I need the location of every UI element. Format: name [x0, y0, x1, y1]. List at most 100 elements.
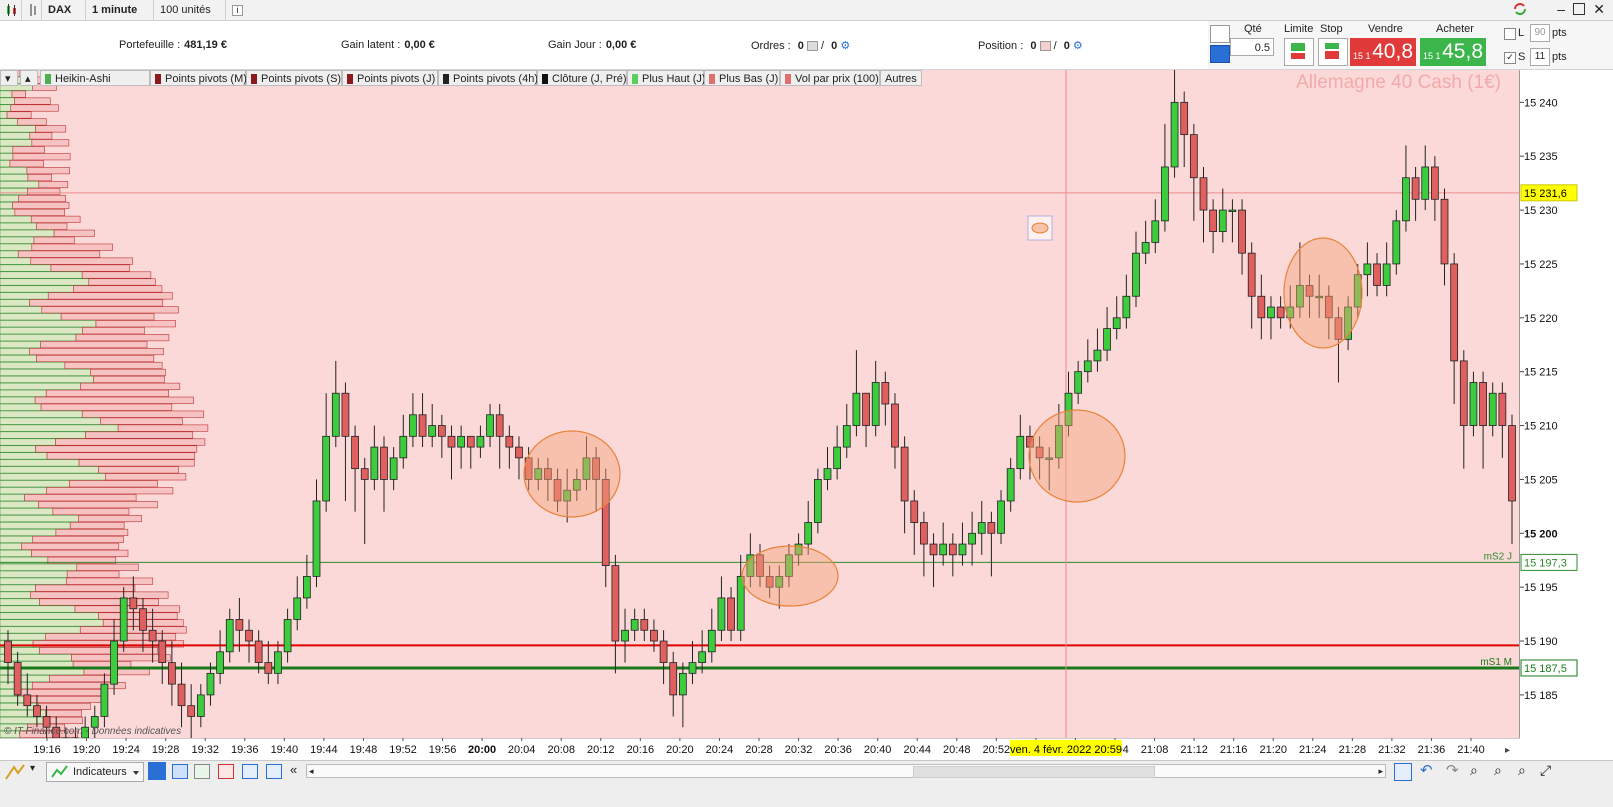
volume-bar-buy	[0, 542, 22, 550]
collapse-indicators-icon[interactable]: ▾	[0, 70, 18, 86]
scroll-left-icon[interactable]: ◂	[309, 765, 314, 777]
volume-bar-buy	[0, 584, 36, 592]
qty-input[interactable]: 0.5	[1230, 38, 1274, 56]
candle-body	[842, 425, 851, 448]
annotation-ellipse	[523, 430, 621, 518]
time-axis[interactable]: 19:16 19:20 19:24 19:28 19:32 19:36 19:40 19:44…	[0, 738, 1520, 760]
volume-bar-sell	[73, 285, 163, 293]
stop-order-button[interactable]	[1318, 38, 1348, 66]
gears-icon[interactable]: ⚙	[840, 40, 850, 52]
limit-order-button[interactable]	[1284, 38, 1314, 66]
gain-latent-label: Gain latent :	[341, 39, 401, 51]
table-icon[interactable]	[194, 764, 210, 779]
indicator-9[interactable]: Autres	[880, 70, 922, 86]
volume-bar-sell	[55, 528, 129, 537]
screenshot-icon[interactable]	[266, 764, 282, 779]
volume-bar-sell	[66, 570, 120, 578]
volume-bar-sell	[85, 431, 194, 439]
volume-bar-sell	[39, 598, 159, 606]
indicator-7[interactable]: Plus Bas (J)	[704, 70, 780, 86]
price-line-name-2: mS1 M	[1480, 657, 1512, 668]
info-button[interactable]: i	[226, 0, 248, 20]
indicator-0[interactable]: Heikin-Ashi	[40, 70, 150, 86]
price-marker-label-0: 15 231,6	[1524, 188, 1567, 200]
horizontal-scrollbar[interactable]: ◂ ▸	[306, 764, 1386, 778]
zoom-fit-icon[interactable]: ⌕	[1470, 762, 1478, 779]
candle-body	[457, 435, 465, 448]
alert-icon[interactable]	[218, 764, 234, 779]
candle-body	[1276, 306, 1285, 319]
chart-template-icon[interactable]	[242, 764, 258, 779]
buy-price-big: 45,8	[1442, 40, 1483, 63]
candle-body	[862, 392, 870, 426]
y-tick-label: 15 205	[1524, 474, 1558, 486]
volume-bar-buy	[0, 410, 83, 418]
indicator-swatch	[785, 74, 791, 85]
maximize-icon[interactable]	[1573, 3, 1585, 15]
bar-chart-icon[interactable]	[22, 0, 42, 20]
double-chevron-left-icon[interactable]: «	[290, 762, 297, 777]
drawing-tools-icon[interactable]	[4, 763, 28, 781]
comment-icon[interactable]	[172, 764, 188, 779]
gears-icon[interactable]: ⚙	[1073, 40, 1083, 52]
chart-type-icon[interactable]	[0, 0, 22, 20]
volume-bar-buy	[0, 327, 83, 335]
candle-body	[1479, 382, 1487, 426]
wrench-icon[interactable]	[1210, 25, 1230, 43]
indicator-swatch	[347, 74, 353, 85]
x-tick-label: 19:36	[231, 744, 259, 756]
sell-button[interactable]: 15 1 40,8	[1350, 38, 1416, 66]
indicator-6[interactable]: Plus Haut (J)	[627, 70, 706, 86]
indicators-button[interactable]: Indicateurs	[46, 762, 144, 782]
price-axis[interactable]: 15 185 15 190 15 195 15 200 15 205 15 210 15 2…	[1519, 70, 1613, 738]
volume-bar-sell	[31, 243, 113, 251]
indicator-1[interactable]: Points pivots (M)	[150, 70, 247, 86]
chevron-down-icon[interactable]: ▾	[30, 763, 35, 774]
calendar-icon[interactable]	[1394, 763, 1412, 781]
l-value-input[interactable]: 90	[1530, 24, 1550, 42]
volume-bar-buy	[0, 508, 54, 516]
indicator-2[interactable]: Points pivots (S)	[246, 70, 342, 86]
indicator-5[interactable]: Clôture (J, Pré)	[537, 70, 627, 86]
fullscreen-icon[interactable]: ⤢	[1540, 762, 1551, 779]
volume-bar-buy	[0, 549, 32, 557]
price-chart[interactable]: mS2 J mS1 M	[0, 70, 1520, 738]
y-tick-label: 15 240	[1524, 97, 1558, 109]
candle-body	[823, 468, 832, 480]
interval-selector[interactable]: 1 minute	[86, 0, 154, 33]
units-selector[interactable]: 100 unités	[154, 0, 226, 33]
symbol-selector[interactable]: DAX	[42, 0, 86, 33]
s-value-input[interactable]: 11	[1530, 48, 1550, 66]
orders-list-icon[interactable]	[806, 41, 818, 52]
candle-body	[1411, 177, 1420, 200]
candle-body	[1161, 166, 1169, 222]
close-icon[interactable]: ✕	[1593, 1, 1605, 18]
minimize-icon[interactable]: –	[1557, 2, 1565, 16]
l-checkbox[interactable]	[1504, 28, 1516, 40]
candle-body	[428, 425, 437, 437]
refresh-icon[interactable]	[1511, 0, 1531, 20]
volume-bar-sell	[55, 438, 206, 446]
zoom-out-icon[interactable]: ⌕	[1494, 762, 1502, 779]
indicator-4[interactable]: Points pivots (4h)	[438, 70, 538, 86]
drawing-marker-ellipse	[1031, 222, 1049, 234]
candle-body	[129, 597, 138, 610]
candle-body	[196, 694, 205, 717]
indicator-8[interactable]: Vol par prix (100)	[780, 70, 880, 86]
s-checkbox[interactable]: ✓	[1504, 52, 1516, 64]
volume-bar-sell	[36, 354, 155, 363]
position-list-icon[interactable]	[1039, 41, 1051, 52]
scroll-right-icon[interactable]: ▸	[1378, 765, 1383, 777]
indicator-3[interactable]: Points pivots (J)	[342, 70, 438, 86]
share-icon[interactable]	[148, 762, 166, 780]
redo-icon[interactable]: ↷	[1446, 761, 1459, 779]
volume-bar-buy	[0, 222, 37, 230]
expand-indicators-icon[interactable]: ▴	[20, 70, 38, 86]
top-toolbar: DAX 1 minute 100 unités i – ✕	[0, 0, 1613, 33]
candle-body	[698, 651, 707, 663]
buy-button[interactable]: 15 1 45,8	[1420, 38, 1486, 66]
undo-icon[interactable]: ↶	[1420, 761, 1433, 779]
zoom-in-icon[interactable]: ⌕	[1518, 762, 1526, 779]
keypad-icon[interactable]	[1210, 45, 1230, 63]
scrollbar-thumb[interactable]	[913, 766, 1155, 778]
